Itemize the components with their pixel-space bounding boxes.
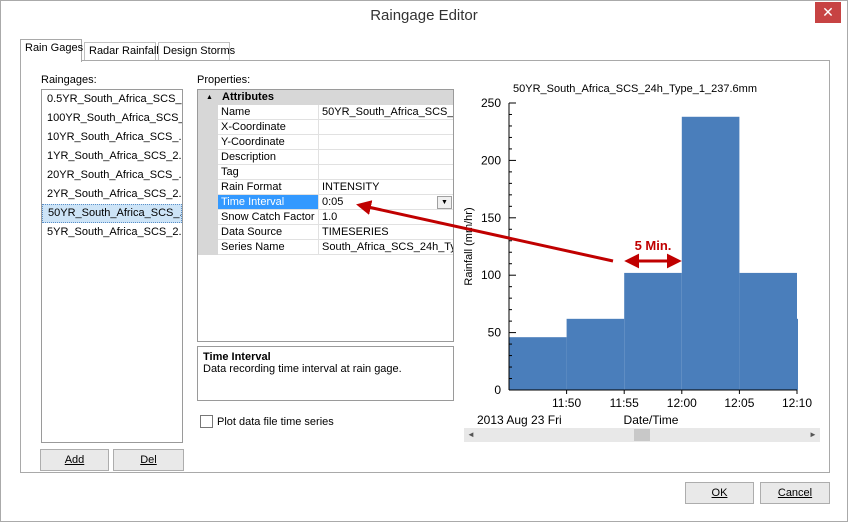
date-label: 2013 Aug 23 Fri xyxy=(477,413,562,427)
tab-rain-gages[interactable]: Rain Gages xyxy=(20,39,83,62)
x-axis-label: Date/Time xyxy=(624,413,679,427)
y-tick-label: 50 xyxy=(488,326,502,340)
ok-button-label: OK xyxy=(711,487,728,499)
scroll-left-icon[interactable]: ◄ xyxy=(464,428,478,442)
x-tick-label: 11:55 xyxy=(610,396,639,410)
y-tick-label: 200 xyxy=(481,153,501,167)
chart-bar xyxy=(624,272,682,390)
chart-bar xyxy=(739,272,797,390)
close-button[interactable]: ✕ xyxy=(815,2,841,23)
x-tick-label: 12:05 xyxy=(724,396,754,410)
y-tick-label: 150 xyxy=(481,211,501,225)
tab-radar-rainfall[interactable]: Radar Rainfall xyxy=(84,42,159,61)
chart-bar xyxy=(681,116,740,390)
rain-gages-panel: Raingages: 0.5YR_South_Africa_SCS_... 10… xyxy=(20,60,830,473)
y-tick-label: 0 xyxy=(494,383,501,397)
chart-horizontal-scrollbar[interactable]: ◄ ► xyxy=(464,428,820,442)
window-title: Raingage Editor xyxy=(370,7,478,24)
y-axis-label: Rainfall (mm/hr) xyxy=(463,207,475,285)
interval-annotation: 5 Min. xyxy=(635,238,672,253)
title-bar: Raingage Editor ✕ xyxy=(1,1,847,31)
chart-bar xyxy=(509,337,567,390)
rainfall-chart: 0 50 100 150 200 250 11:50 11:55 12:00 12:05 12:10… xyxy=(356,83,812,427)
x-tick-label: 12:10 xyxy=(782,396,812,410)
cancel-button-label: Cancel xyxy=(777,487,813,499)
x-tick-label: 12:00 xyxy=(667,396,697,410)
tab-design-storms[interactable]: Design Storms xyxy=(158,42,235,61)
y-tick-label: 250 xyxy=(481,96,501,110)
ok-button[interactable]: OK xyxy=(685,482,754,504)
scrollbar-thumb[interactable] xyxy=(634,429,650,441)
cancel-button[interactable]: Cancel xyxy=(760,482,830,504)
scroll-right-icon[interactable]: ► xyxy=(806,428,820,442)
chart-bar xyxy=(797,318,798,390)
chart-title: 50YR_South_Africa_SCS_24h_Type_1_237.6mm xyxy=(513,83,757,95)
chart-bar xyxy=(566,318,625,390)
x-tick-label: 11:50 xyxy=(552,396,581,410)
raingage-editor-window: Raingage Editor ✕ Rain Gages Radar Rainf… xyxy=(0,0,848,522)
y-tick-label: 100 xyxy=(481,268,501,282)
